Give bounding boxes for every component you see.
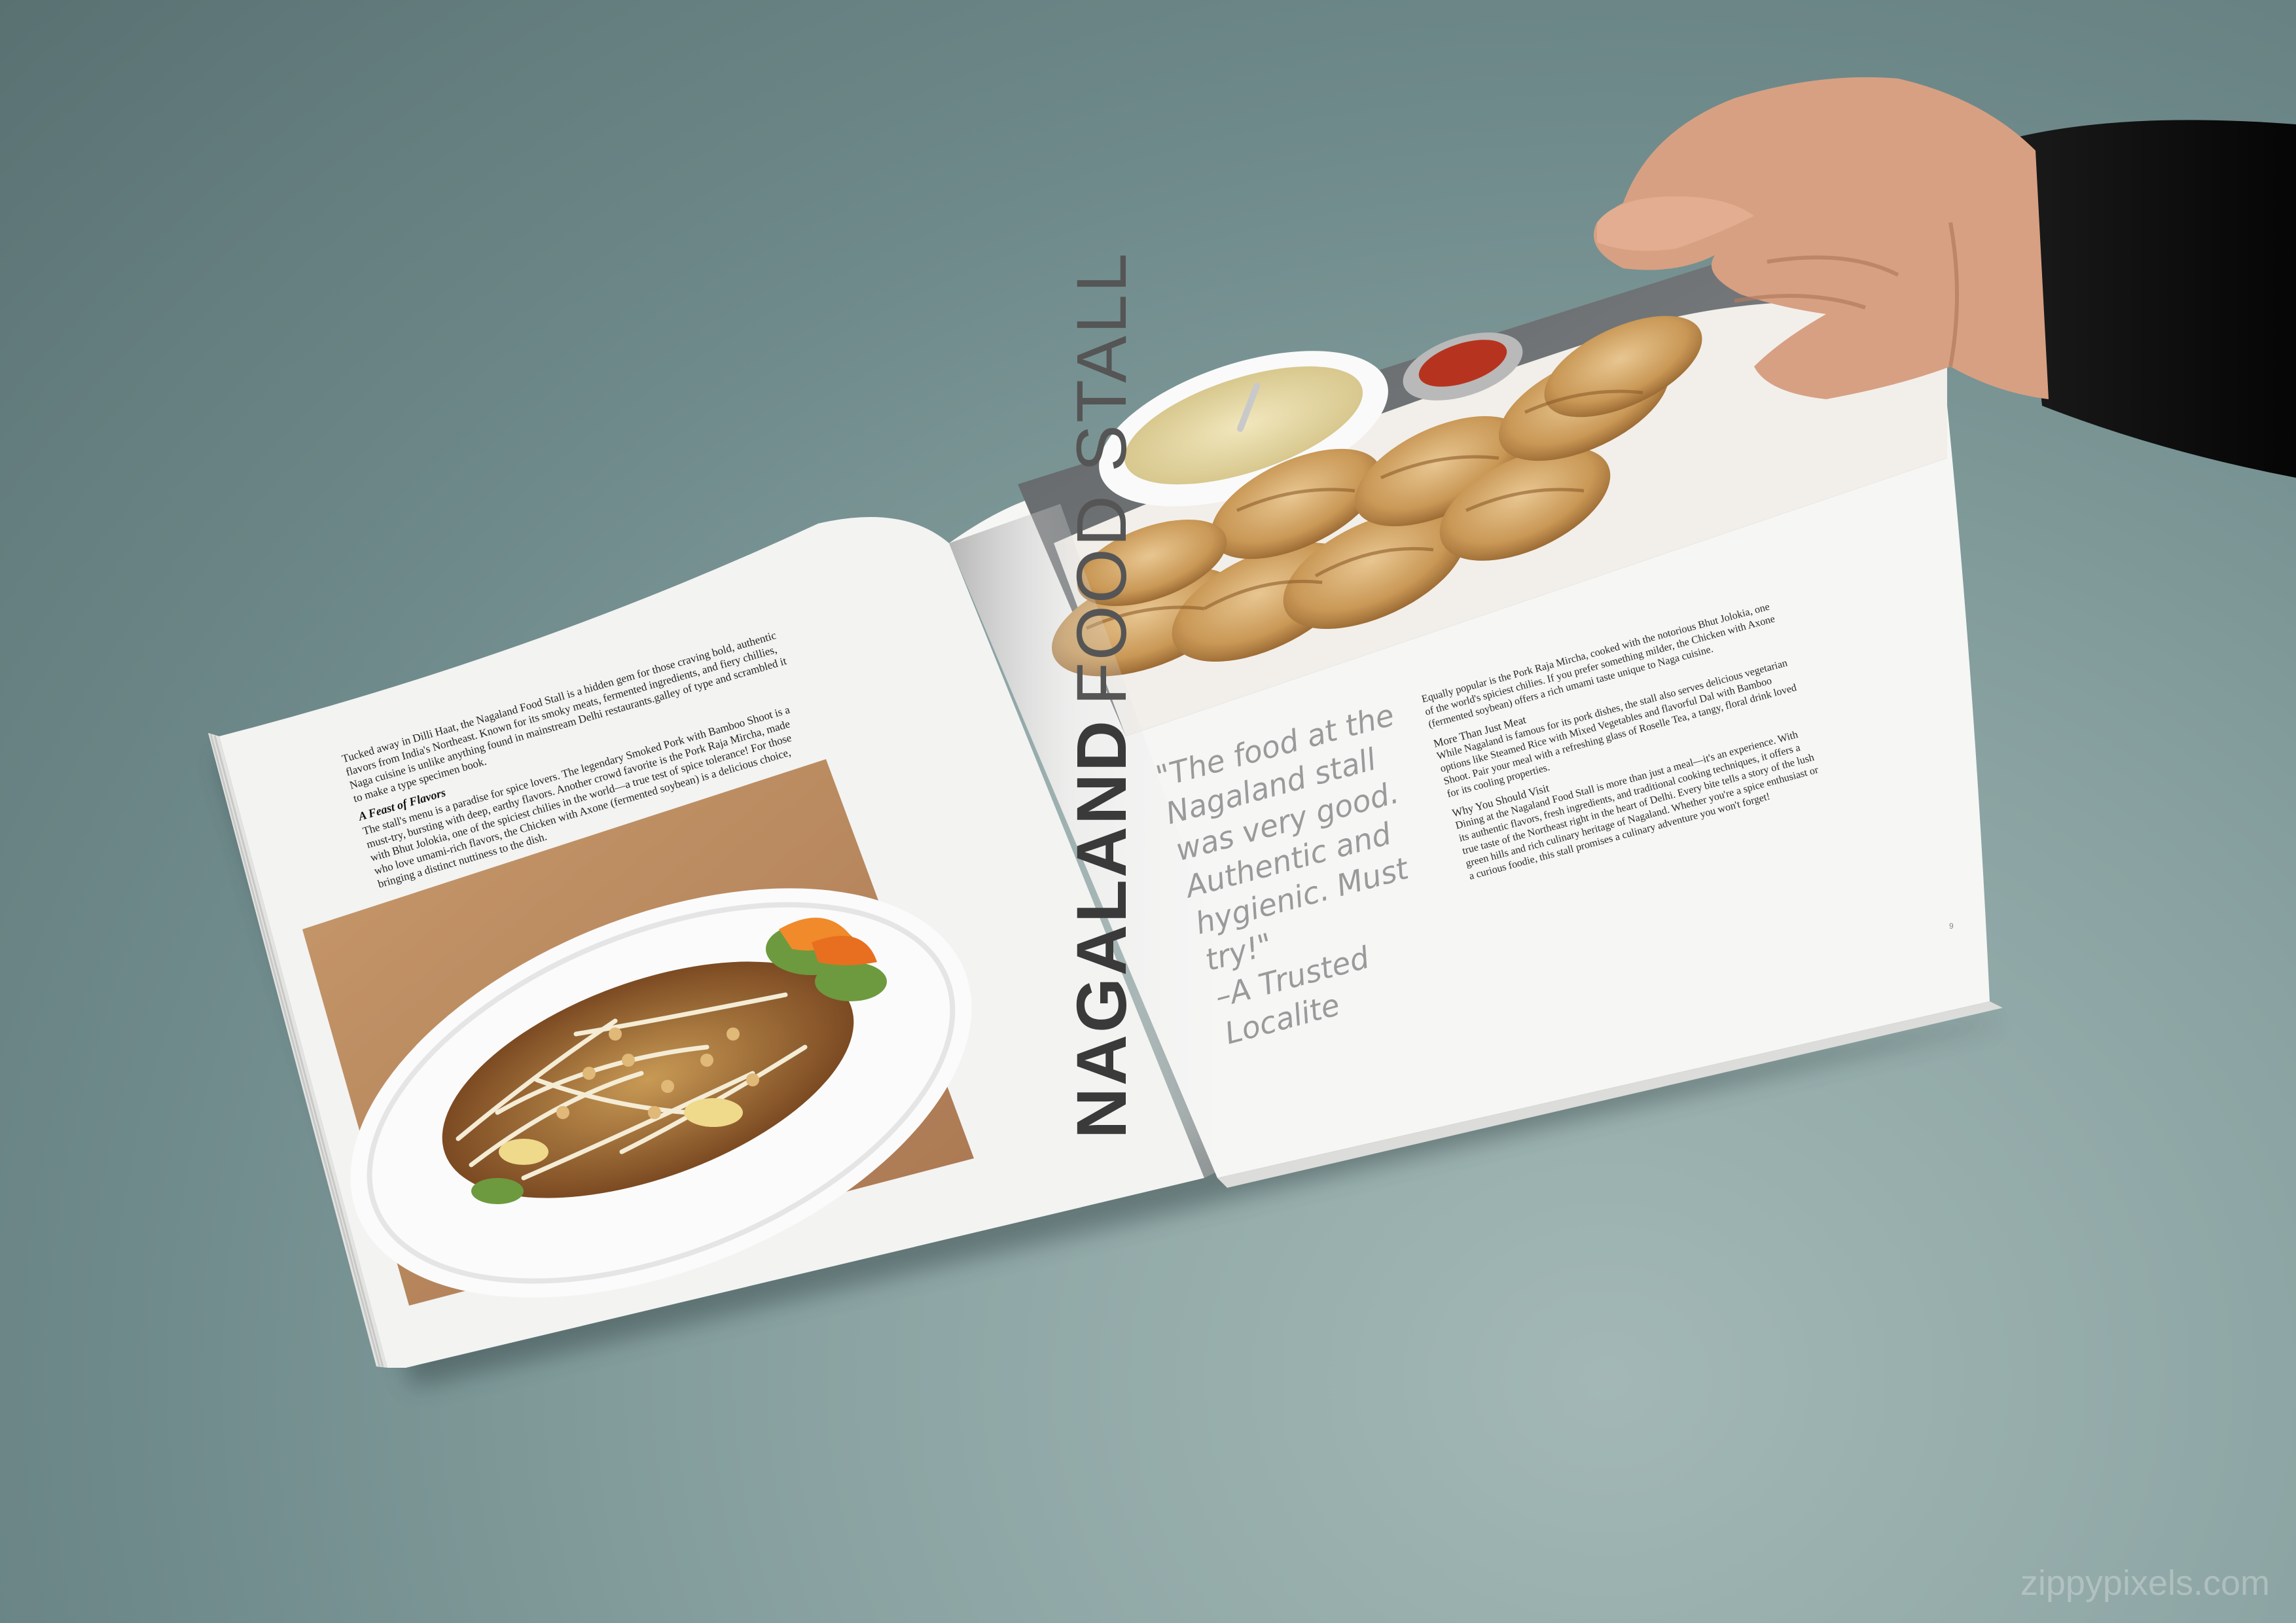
text-overlay: Tucked away in Dilli Haat, the Nagaland … [0, 0, 2296, 1623]
title-light: FOOD STALL [1062, 251, 1141, 706]
left-page-article: Tucked away in Dilli Haat, the Nagaland … [340, 626, 822, 896]
watermark: zippypixels.com [2020, 1563, 2270, 1603]
right-page-article: Equally popular is the Pork Raja Mircha,… [1420, 599, 1827, 889]
page-number: 9 [1949, 921, 1954, 931]
article-title: NAGALAND FOOD STALL [1060, 251, 1142, 1139]
title-bold: NAGALAND [1062, 719, 1141, 1139]
